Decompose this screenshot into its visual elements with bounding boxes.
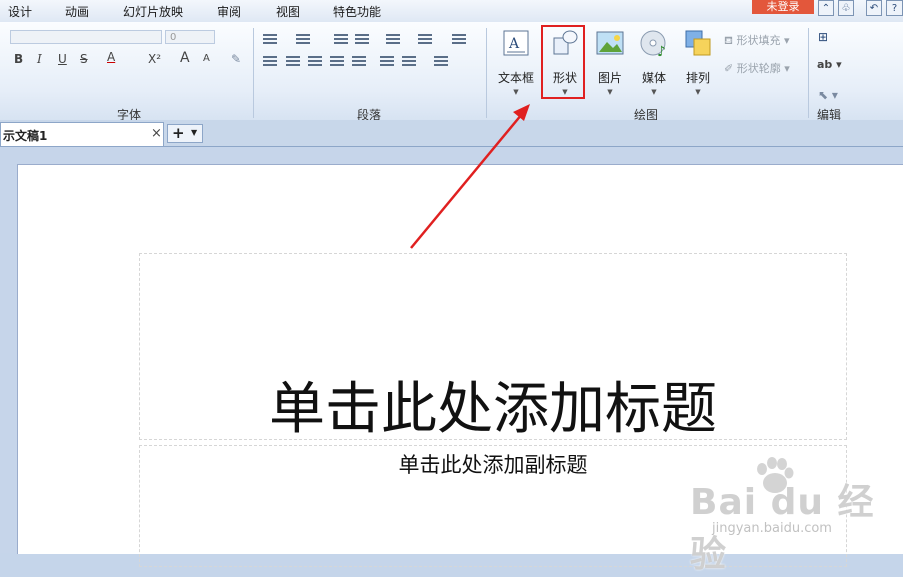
svg-text:♪: ♪ <box>657 44 666 58</box>
shrink-font-button[interactable]: A <box>203 53 210 64</box>
arrange-icon <box>685 30 711 56</box>
align-center-icon[interactable] <box>286 56 300 68</box>
arrange-button[interactable]: 排列 ▼ <box>676 28 720 98</box>
separator <box>253 28 254 118</box>
menu-special[interactable]: 特色功能 <box>333 3 381 20</box>
title-placeholder-text: 单击此处添加标题 <box>269 377 717 442</box>
menu-slideshow[interactable]: 幻灯片放映 <box>123 3 183 20</box>
indent-options-icon[interactable] <box>434 56 448 68</box>
select-icon[interactable]: ⬉ ▾ <box>818 88 838 102</box>
align-right-icon[interactable] <box>308 56 322 68</box>
clear-format-icon[interactable]: ✎ <box>231 52 241 66</box>
strikethrough-button[interactable]: S <box>80 52 88 66</box>
align-left-icon[interactable] <box>263 56 277 68</box>
align-text-icon[interactable] <box>418 34 432 46</box>
replace-button[interactable]: ab ▾ <box>817 58 842 71</box>
bold-button[interactable]: B <box>14 52 23 66</box>
menu-review[interactable]: 审阅 <box>217 3 241 20</box>
menu-animation[interactable]: 动画 <box>65 3 89 20</box>
document-tab[interactable]: 示文稿1 × <box>0 122 164 146</box>
separator <box>486 28 487 118</box>
ribbon: 0 B I U S A X² A A ✎ 字体 段落 A 文本框 ▼ 形状 ▼ 图片… <box>0 22 903 122</box>
plus-icon: + <box>172 124 185 142</box>
media-icon: ♪ <box>640 30 666 60</box>
line-spacing-icon[interactable] <box>380 56 394 68</box>
text-direction-icon[interactable] <box>386 34 400 46</box>
italic-button[interactable]: I <box>37 52 42 66</box>
collapse-ribbon-icon[interactable]: ⌃ <box>818 0 834 16</box>
separator <box>808 28 809 118</box>
superscript-button[interactable]: X² <box>148 52 161 66</box>
chevron-down-icon: ▼ <box>191 128 198 137</box>
underline-button[interactable]: U <box>58 52 67 66</box>
login-button[interactable]: 未登录 <box>752 0 814 14</box>
skin-icon[interactable]: ♧ <box>838 0 854 16</box>
textbox-button[interactable]: A 文本框 ▼ <box>494 28 538 98</box>
shape-fill-label: 形状填充 <box>736 34 781 47</box>
paragraph-spacing-icon[interactable] <box>402 56 416 68</box>
document-tab-title: 示文稿1 <box>3 129 48 143</box>
textbox-icon: A <box>503 30 529 56</box>
increase-indent-icon[interactable] <box>355 34 369 46</box>
menu-design[interactable]: 设计 <box>8 3 32 20</box>
shape-outline-button[interactable]: ✐ 形状轮廓 ▾ <box>724 60 790 76</box>
svg-text:A: A <box>508 36 520 52</box>
new-tab-button[interactable]: + ▼ <box>167 124 203 143</box>
help-icon[interactable]: ? <box>886 0 903 16</box>
decrease-indent-icon[interactable] <box>334 34 348 46</box>
close-tab-icon[interactable]: × <box>151 126 162 141</box>
font-name-select[interactable] <box>10 30 162 44</box>
picture-icon <box>596 31 624 55</box>
document-tab-bar: 示文稿1 × + ▼ <box>0 120 903 147</box>
font-size-select[interactable]: 0 <box>165 30 215 44</box>
font-color-button[interactable]: A <box>107 50 115 64</box>
grow-font-button[interactable]: A <box>180 50 190 66</box>
bullets-icon[interactable] <box>263 34 277 46</box>
baidu-watermark: Bai du 经验 jingyan.baidu.com <box>690 455 890 575</box>
columns-icon[interactable] <box>452 34 466 46</box>
title-placeholder[interactable]: 单击此处添加标题 <box>139 253 847 442</box>
find-icon[interactable]: ⊞ <box>818 30 828 44</box>
numbering-icon[interactable] <box>296 34 310 46</box>
justify-icon[interactable] <box>330 56 344 68</box>
distributed-icon[interactable] <box>352 56 366 68</box>
shapes-highlight-box <box>541 25 585 99</box>
picture-button[interactable]: 图片 ▼ <box>588 28 632 98</box>
menu-view[interactable]: 视图 <box>276 3 300 20</box>
shape-fill-button[interactable]: ⛾ 形状填充 ▾ <box>724 32 790 49</box>
watermark-url: jingyan.baidu.com <box>712 521 832 536</box>
media-button[interactable]: ♪ 媒体 ▼ <box>632 28 676 98</box>
shape-outline-label: 形状轮廓 <box>736 62 781 75</box>
replace-label: ab <box>817 58 833 71</box>
menu-bar: 设计 动画 幻灯片放映 审阅 视图 特色功能 未登录 ⌃ ♧ ↶ ? <box>0 0 903 22</box>
back-icon[interactable]: ↶ <box>866 0 882 16</box>
